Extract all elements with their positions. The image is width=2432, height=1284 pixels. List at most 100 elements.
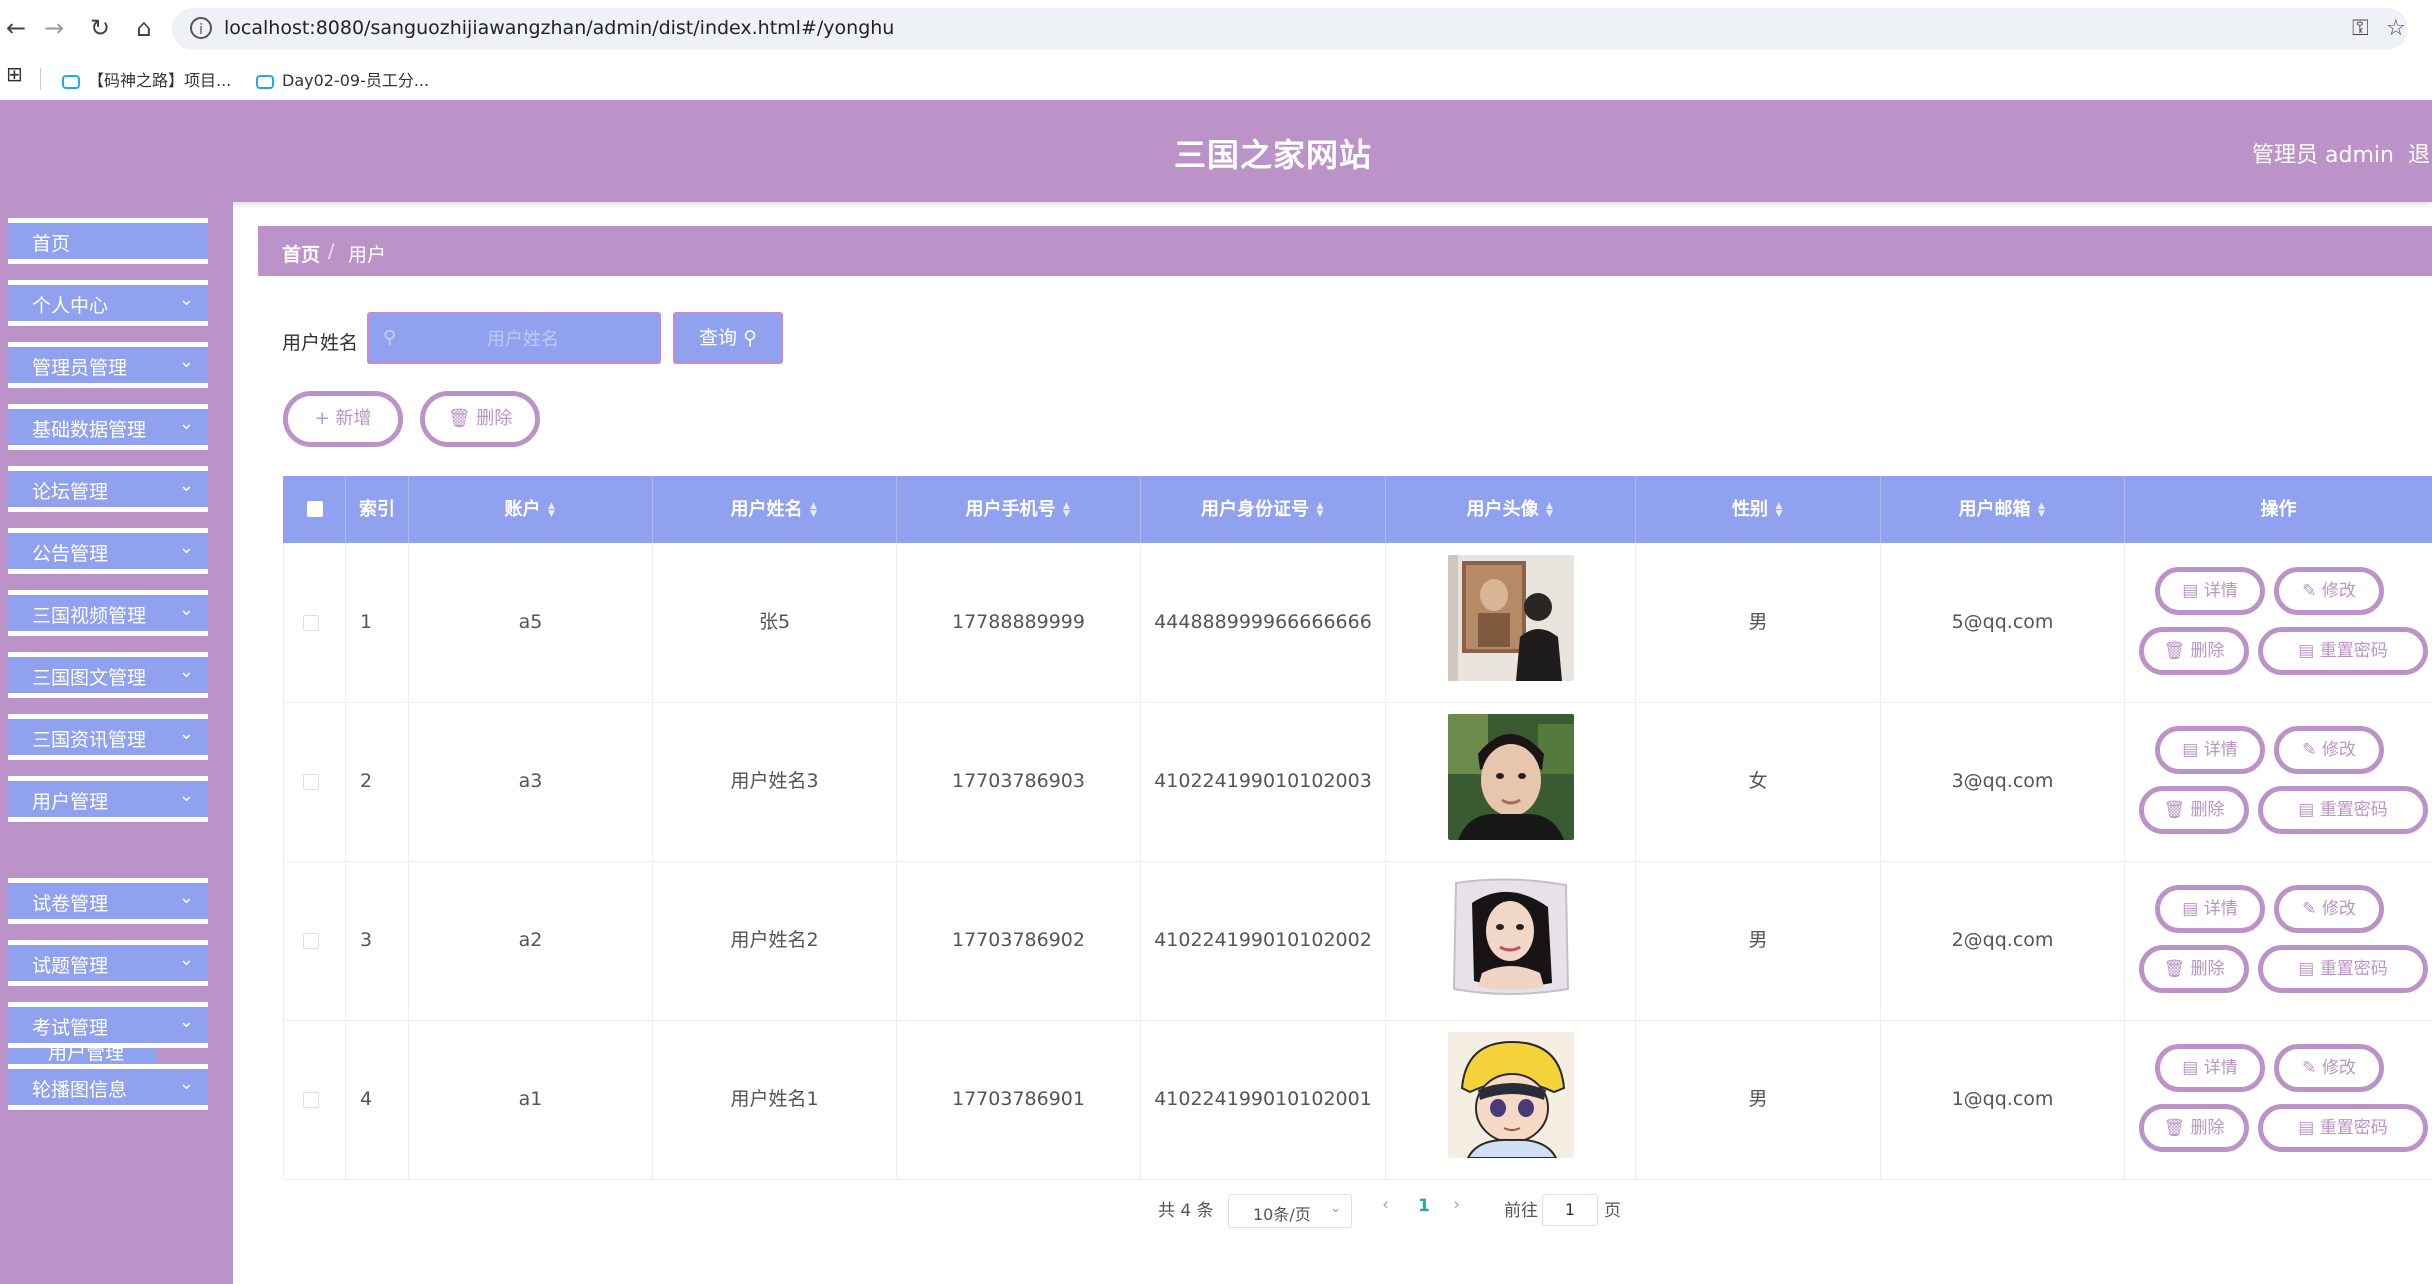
sidebar-item-notice[interactable]: 公告管理 ⌄	[8, 528, 208, 574]
sidebar-item-forum[interactable]: 论坛管理 ⌄	[8, 466, 208, 512]
site-info-icon[interactable]: i	[190, 17, 212, 39]
document-icon: ▤	[2182, 740, 2199, 760]
prev-page-icon[interactable]: ‹	[1382, 1194, 1389, 1215]
bookmark-item[interactable]: Day02-09-员工分...	[256, 67, 429, 91]
chevron-down-icon: ⌄	[178, 413, 194, 434]
sidebar-item-exam[interactable]: 考试管理 ⌄	[8, 1002, 208, 1048]
reset-password-label: 重置密码	[2319, 800, 2388, 820]
forward-icon[interactable]: →	[38, 12, 70, 44]
cell-name: 张5	[653, 543, 897, 702]
add-button[interactable]: + 新增	[283, 391, 403, 447]
sort-icon[interactable]: ▲ ▼	[1774, 502, 1784, 519]
bookmark-star-icon[interactable]: ☆	[2386, 16, 2406, 41]
delete-button[interactable]: 🗑 删除	[2139, 945, 2249, 993]
sort-icon[interactable]: ▲ ▼	[809, 502, 819, 519]
delete-label: 删除	[2190, 1118, 2225, 1138]
sidebar-item-users[interactable]: 用户管理 ⌄	[8, 776, 208, 822]
password-key-icon[interactable]: ⚿	[2352, 16, 2369, 41]
header-phone[interactable]: 用户手机号 ▲ ▼	[897, 476, 1141, 543]
row-checkbox[interactable]	[303, 933, 319, 949]
avatar[interactable]	[1448, 1032, 1574, 1158]
avatar[interactable]	[1448, 555, 1574, 681]
sort-icon[interactable]: ▲ ▼	[1315, 502, 1325, 519]
bookmark-item[interactable]: 【码神之路】项目...	[62, 67, 231, 91]
sidebar-item-label: 试卷管理	[32, 893, 109, 915]
header-account[interactable]: 账户 ▲ ▼	[409, 476, 653, 543]
row-select-cell	[283, 861, 346, 1020]
search-icon: ⚲	[383, 327, 397, 348]
sort-icon[interactable]: ▲ ▼	[547, 502, 557, 519]
chevron-down-icon: ⌄	[178, 599, 194, 620]
sidebar-item-label: 首页	[32, 233, 71, 255]
chevron-down-icon: ⌄	[178, 949, 194, 970]
back-icon[interactable]: ←	[0, 12, 32, 44]
select-all-checkbox[interactable]	[307, 501, 323, 517]
detail-button[interactable]: ▤ 详情	[2155, 1044, 2265, 1092]
page-number-current[interactable]: 1	[1418, 1196, 1430, 1216]
sort-icon[interactable]: ▲ ▼	[2037, 502, 2047, 519]
edit-label: 修改	[2321, 581, 2356, 601]
detail-button[interactable]: ▤ 详情	[2155, 885, 2265, 933]
row-checkbox[interactable]	[303, 1092, 319, 1108]
reload-icon[interactable]: ↻	[84, 12, 116, 44]
edit-button[interactable]: ✎ 修改	[2274, 726, 2384, 774]
delete-button[interactable]: 🗑 删除	[2139, 627, 2249, 675]
cell-actions: ▤ 详情 ✎ 修改 🗑 删除 ▤ 重置密码	[2125, 861, 2432, 1020]
avatar[interactable]	[1448, 714, 1574, 840]
reset-password-button[interactable]: ▤ 重置密码	[2258, 786, 2428, 834]
header-name[interactable]: 用户姓名 ▲ ▼	[653, 476, 897, 543]
header-idcard[interactable]: 用户身份证号 ▲ ▼	[1141, 476, 1386, 543]
sidebar-item-carousel[interactable]: 轮播图信息 ⌄	[8, 1064, 208, 1110]
avatar[interactable]	[1448, 873, 1574, 999]
goto-page-input[interactable]: 1	[1542, 1194, 1598, 1226]
header-avatar[interactable]: 用户头像 ▲ ▼	[1386, 476, 1636, 543]
sort-icon[interactable]: ▲ ▼	[1062, 502, 1072, 519]
table-row: 3 a2 用户姓名2 17703786902 41022419901010200…	[283, 861, 2432, 1021]
trash-icon: 🗑	[2163, 1118, 2186, 1138]
apps-grid-icon[interactable]: ⊞	[6, 62, 23, 86]
batch-delete-button[interactable]: 🗑 删除	[420, 391, 540, 447]
chevron-down-icon: ⌄	[178, 661, 194, 682]
breadcrumb-home[interactable]: 首页	[282, 240, 320, 267]
sidebar-item-video[interactable]: 三国视频管理 ⌄	[8, 590, 208, 636]
table-row: 1 a5 张5 17788889999 444888999966666666 男…	[283, 543, 2432, 703]
page-size-select[interactable]: 10条/页 ⌄	[1228, 1194, 1352, 1228]
edit-button[interactable]: ✎ 修改	[2274, 885, 2384, 933]
logout-link[interactable]: 退出	[2408, 137, 2432, 169]
sidebar-item-news[interactable]: 三国资讯管理 ⌄	[8, 714, 208, 760]
cell-index: 2	[346, 702, 409, 861]
reset-password-button[interactable]: ▤ 重置密码	[2258, 945, 2428, 993]
query-button[interactable]: 查询 ⚲	[673, 312, 783, 364]
sidebar-item-admin-management[interactable]: 管理员管理 ⌄	[8, 342, 208, 388]
cell-account: a1	[409, 1020, 653, 1179]
delete-button[interactable]: 🗑 删除	[2139, 1104, 2249, 1152]
cell-phone: 17703786903	[897, 702, 1141, 861]
edit-button[interactable]: ✎ 修改	[2274, 1044, 2384, 1092]
table-header: 索引 账户 ▲ ▼ 用户姓名 ▲ ▼ 用户手机号 ▲ ▼ 用户身份证号 ▲ ▼ 用户头像 ▲ ▼ 性…	[283, 476, 2432, 543]
reset-password-button[interactable]: ▤ 重置密码	[2258, 1104, 2428, 1152]
detail-button[interactable]: ▤ 详情	[2155, 567, 2265, 615]
next-page-icon[interactable]: ›	[1453, 1194, 1460, 1215]
sidebar-item-questions[interactable]: 试题管理 ⌄	[8, 940, 208, 986]
chevron-down-icon: ⌄	[178, 351, 194, 372]
sidebar-item-article[interactable]: 三国图文管理 ⌄	[8, 652, 208, 698]
reset-password-button[interactable]: ▤ 重置密码	[2258, 627, 2428, 675]
sort-icon[interactable]: ▲ ▼	[1545, 502, 1555, 519]
sidebar-item-home[interactable]: 首页	[8, 218, 208, 264]
address-bar[interactable]: i localhost:8080/sanguozhijiawangzhan/ad…	[172, 8, 2408, 50]
detail-label: 详情	[2203, 1058, 2238, 1078]
detail-button[interactable]: ▤ 详情	[2155, 726, 2265, 774]
row-checkbox[interactable]	[303, 615, 319, 631]
row-checkbox[interactable]	[303, 774, 319, 790]
cell-idcard: 444888999966666666	[1141, 543, 1386, 702]
home-icon[interactable]: ⌂	[128, 12, 160, 44]
header-gender[interactable]: 性别 ▲ ▼	[1636, 476, 1881, 543]
search-input[interactable]	[411, 322, 635, 356]
sidebar-item-exam-paper[interactable]: 试卷管理 ⌄	[8, 878, 208, 924]
header-email[interactable]: 用户邮箱 ▲ ▼	[1881, 476, 2125, 543]
delete-button[interactable]: 🗑 删除	[2139, 786, 2249, 834]
sidebar-item-personal-center[interactable]: 个人中心 ⌄	[8, 280, 208, 326]
url-text[interactable]: localhost:8080/sanguozhijiawangzhan/admi…	[224, 17, 894, 39]
edit-button[interactable]: ✎ 修改	[2274, 567, 2384, 615]
sidebar-item-base-data[interactable]: 基础数据管理 ⌄	[8, 404, 208, 450]
